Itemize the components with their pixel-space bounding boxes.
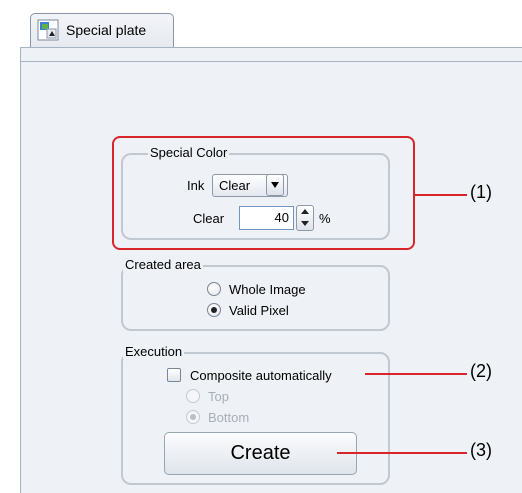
callout-2: (2) [470, 361, 492, 381]
top-radio[interactable] [186, 389, 200, 403]
spin-up-icon[interactable] [301, 209, 309, 214]
created-area-title: Created area [123, 257, 203, 272]
panel-divider [20, 61, 522, 62]
valid-pixel-radio[interactable] [207, 303, 221, 317]
tab-special-plate[interactable]: Special plate [30, 13, 174, 47]
bottom-label: Bottom [208, 410, 250, 425]
percent-unit: % [319, 211, 331, 226]
ink-label: Ink [187, 178, 205, 193]
clear-amount-stepper[interactable] [296, 205, 314, 231]
whole-image-label: Whole Image [229, 282, 306, 297]
ink-dropdown-value: Clear [219, 178, 251, 193]
created-area-group [121, 265, 390, 331]
special-plate-icon [37, 19, 59, 41]
special-color-title: Special Color [148, 145, 230, 160]
bottom-radio[interactable] [186, 410, 200, 424]
spin-down-icon[interactable] [301, 221, 309, 226]
whole-image-radio[interactable] [207, 282, 221, 296]
execution-title: Execution [123, 344, 185, 359]
callout-line-2 [365, 373, 467, 375]
top-label: Top [208, 389, 229, 404]
composite-automatically-checkbox[interactable] [167, 368, 181, 382]
composite-automatically-label: Composite automatically [190, 368, 332, 383]
create-button[interactable]: Create [164, 432, 357, 475]
clear-amount-input[interactable]: 40 [239, 206, 294, 230]
clear-label: Clear [193, 211, 225, 226]
callout-line-1 [415, 194, 467, 196]
callout-3: (3) [470, 440, 492, 460]
valid-pixel-label: Valid Pixel [229, 303, 289, 318]
chevron-down-icon[interactable] [266, 174, 284, 196]
callout-line-3 [337, 452, 467, 454]
callout-1: (1) [470, 182, 492, 202]
tab-label: Special plate [66, 22, 147, 38]
